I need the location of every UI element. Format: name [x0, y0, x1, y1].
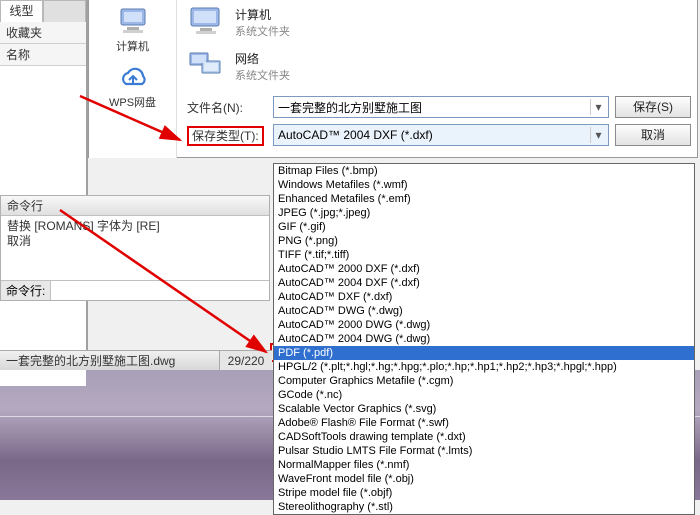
tab-linetype[interactable]: 线型 [0, 0, 43, 22]
command-input[interactable] [51, 281, 269, 300]
filetype-option[interactable]: WaveFront model file (*.obj) [274, 472, 694, 486]
filetype-option[interactable]: AutoCAD™ 2004 DXF (*.dxf) [274, 276, 694, 290]
tab-blank[interactable] [43, 0, 86, 22]
filetype-option[interactable]: Stripe model file (*.objf) [274, 486, 694, 500]
save-dialog: 计算机 WPS网盘 计算机 系统文件夹 网络 系统文件夹 文件名(N): 一套完… [88, 0, 698, 158]
filetype-option[interactable]: CADSoftTools drawing template (*.dxt) [274, 430, 694, 444]
filetype-option[interactable]: AutoCAD™ 2004 DWG (*.dwg) [274, 332, 694, 346]
computer-icon [115, 6, 151, 36]
filetype-select[interactable]: AutoCAD™ 2004 DXF (*.dxf) ▾ [273, 124, 609, 146]
cloud-icon [116, 66, 150, 92]
command-prompt-label: 命令行: [1, 281, 51, 300]
cancel-button[interactable]: 取消 [615, 124, 691, 146]
filetype-option[interactable]: Windows Metafiles (*.wmf) [274, 178, 694, 192]
filetype-option[interactable]: Scalable Vector Graphics (*.svg) [274, 402, 694, 416]
filename-row: 文件名(N): 一套完整的北方别墅施工图 ▾ 保存(S) [177, 94, 697, 120]
filename-label: 文件名(N): [187, 99, 273, 116]
filetype-option[interactable]: Adobe® Flash® File Format (*.swf) [274, 416, 694, 430]
filetype-option[interactable]: PDF (*.pdf) [274, 346, 694, 360]
command-line-2: 取消 [7, 234, 263, 249]
computer-large-icon [187, 5, 225, 39]
save-button[interactable]: 保存(S) [615, 96, 691, 118]
filetype-row: 保存类型(T): AutoCAD™ 2004 DXF (*.dxf) ▾ 取消 [177, 122, 697, 148]
filetype-option[interactable]: TIFF (*.tif;*.tiff) [274, 248, 694, 262]
location-computer[interactable]: 计算机 系统文件夹 [177, 0, 697, 44]
chevron-down-icon[interactable]: ▾ [590, 99, 606, 115]
place-computer[interactable]: 计算机 [89, 0, 176, 60]
filetype-label: 保存类型(T): [187, 127, 273, 144]
loc-network-title: 网络 [235, 50, 290, 67]
filetype-option[interactable]: Computer Graphics Metafile (*.cgm) [274, 374, 694, 388]
filetype-option[interactable]: PNG (*.png) [274, 234, 694, 248]
filetype-dropdown[interactable]: Bitmap Files (*.bmp)Windows Metafiles (*… [273, 163, 695, 515]
filetype-option[interactable]: JPEG (*.jpg;*.jpeg) [274, 206, 694, 220]
left-sidebar: 线型 收藏夹 名称 [0, 0, 88, 370]
filetype-option[interactable]: AutoCAD™ 2000 DWG (*.dwg) [274, 318, 694, 332]
filetype-option[interactable]: AutoCAD™ DXF (*.dxf) [274, 290, 694, 304]
status-bar: 一套完整的北方别墅施工图.dwg 29/220 [0, 350, 272, 370]
places-bar: 计算机 WPS网盘 [89, 0, 177, 158]
filetype-option[interactable]: HPGL/2 (*.plt;*.hgl;*.hg;*.hpg;*.plo;*.h… [274, 360, 694, 374]
command-title: 命令行 [1, 196, 269, 216]
network-icon [187, 49, 225, 83]
loc-computer-sub: 系统文件夹 [235, 23, 290, 39]
loc-computer-title: 计算机 [235, 6, 290, 23]
status-page: 29/220 [220, 351, 272, 370]
command-line-1: 替换 [ROMANS] 字体为 [RE] [7, 219, 263, 234]
filetype-option[interactable]: AutoCAD™ 2000 DXF (*.dxf) [274, 262, 694, 276]
chevron-down-icon[interactable]: ▾ [590, 127, 606, 143]
filetype-option[interactable]: GIF (*.gif) [274, 220, 694, 234]
row-favorites[interactable]: 收藏夹 [0, 22, 86, 44]
filetype-option[interactable]: NormalMapper files (*.nmf) [274, 458, 694, 472]
status-filename: 一套完整的北方别墅施工图.dwg [0, 351, 220, 370]
command-log: 替换 [ROMANS] 字体为 [RE] 取消 [1, 216, 269, 280]
place-wps[interactable]: WPS网盘 [89, 60, 176, 116]
command-panel: 命令行 替换 [ROMANS] 字体为 [RE] 取消 命令行: [0, 195, 270, 301]
filetype-option[interactable]: Pulsar Studio LMTS File Format (*.lmts) [274, 444, 694, 458]
dialog-main: 计算机 系统文件夹 网络 系统文件夹 文件名(N): 一套完整的北方别墅施工图 … [177, 0, 697, 158]
filetype-option[interactable]: Stereolithography (*.stl) [274, 500, 694, 514]
loc-network-sub: 系统文件夹 [235, 67, 290, 83]
filetype-option[interactable]: AutoCAD™ DWG (*.dwg) [274, 304, 694, 318]
filetype-option[interactable]: GCode (*.nc) [274, 388, 694, 402]
filename-input[interactable]: 一套完整的北方别墅施工图 ▾ [273, 96, 609, 118]
location-network[interactable]: 网络 系统文件夹 [177, 44, 697, 88]
row-name-header: 名称 [0, 44, 86, 66]
filetype-option[interactable]: Enhanced Metafiles (*.emf) [274, 192, 694, 206]
filetype-option[interactable]: Bitmap Files (*.bmp) [274, 164, 694, 178]
